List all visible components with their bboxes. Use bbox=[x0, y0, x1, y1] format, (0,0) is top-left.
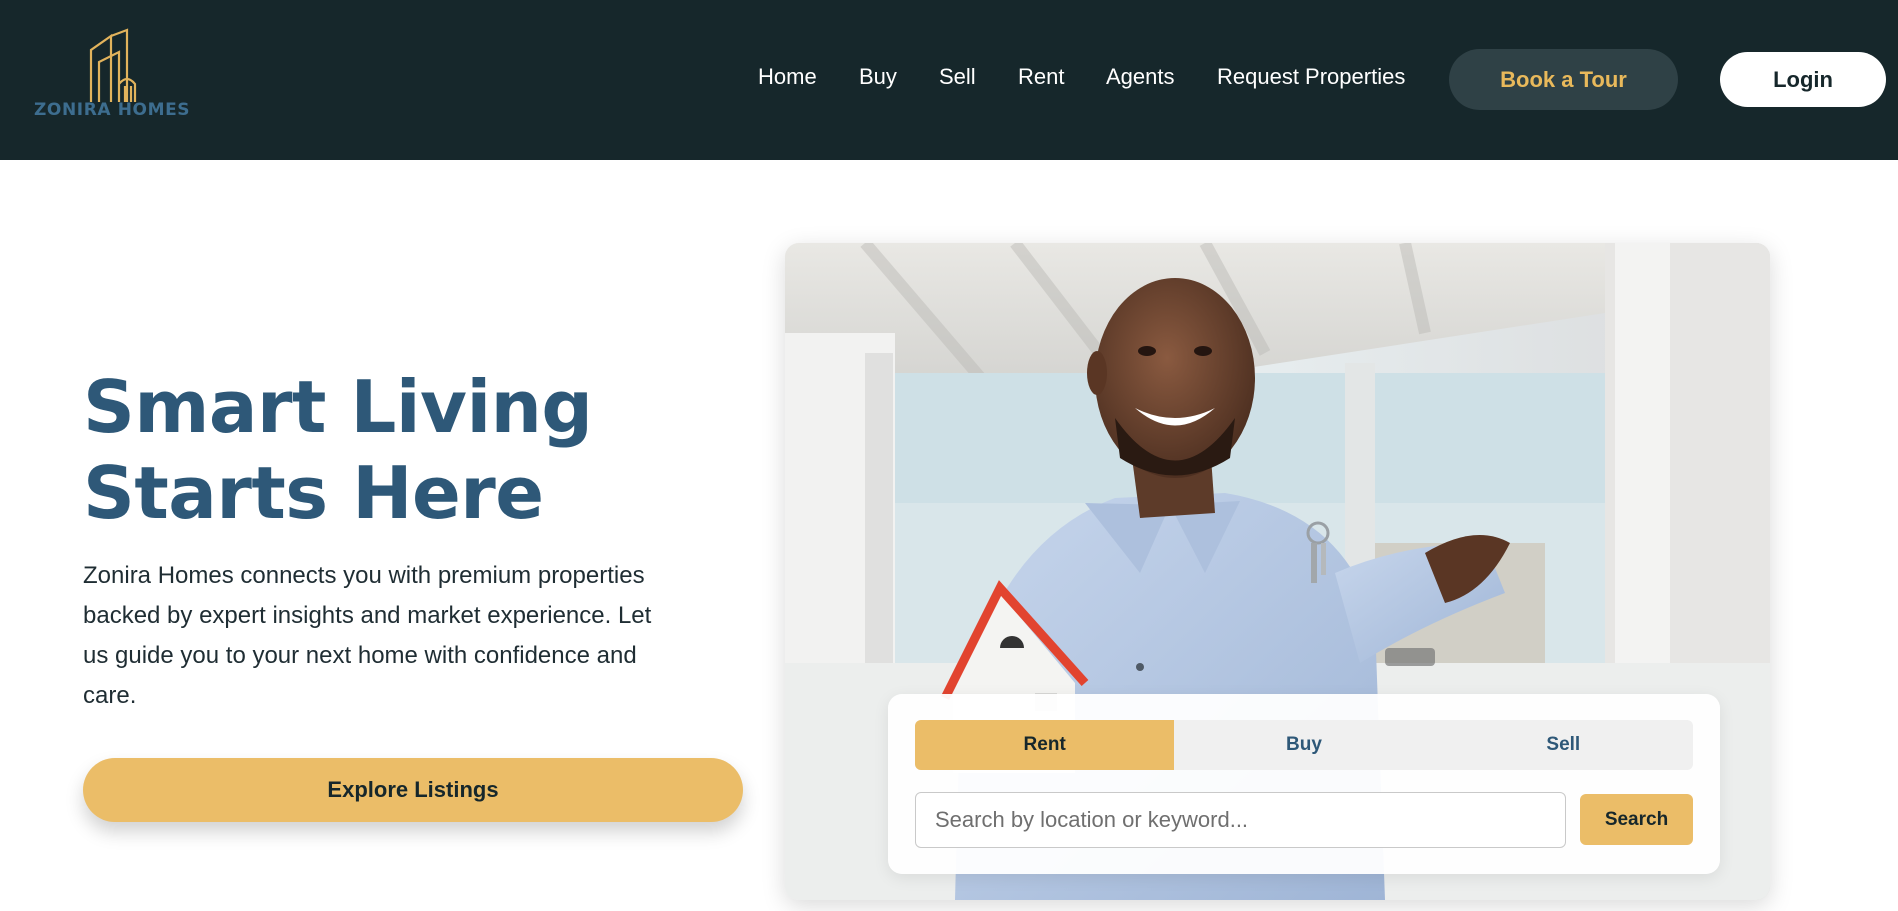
tab-sell[interactable]: Sell bbox=[1434, 720, 1693, 770]
site-header: ZONIRA HOMES Home Buy Sell Rent Agents R… bbox=[0, 0, 1898, 160]
nav-rent[interactable]: Rent bbox=[1018, 64, 1064, 90]
explore-listings-button[interactable]: Explore Listings bbox=[83, 758, 743, 822]
nav-sell[interactable]: Sell bbox=[939, 64, 976, 90]
brand-name: ZONIRA HOMES bbox=[34, 100, 191, 120]
property-search-panel: Rent Buy Sell Search bbox=[888, 694, 1720, 874]
hero-title: Smart Living Starts Here bbox=[83, 365, 593, 535]
nav-agents[interactable]: Agents bbox=[1106, 64, 1175, 90]
hero-description: Zonira Homes connects you with premium p… bbox=[83, 562, 652, 709]
brand-logo[interactable]: ZONIRA HOMES bbox=[34, 28, 206, 122]
tab-rent[interactable]: Rent bbox=[915, 720, 1175, 770]
nav-buy[interactable]: Buy bbox=[859, 64, 897, 90]
search-mode-tabs: Rent Buy Sell bbox=[915, 720, 1693, 770]
tab-buy[interactable]: Buy bbox=[1174, 720, 1433, 770]
building-logo-icon bbox=[89, 28, 137, 102]
book-tour-button[interactable]: Book a Tour bbox=[1449, 49, 1678, 110]
search-input[interactable] bbox=[915, 792, 1566, 848]
nav-home[interactable]: Home bbox=[758, 64, 817, 90]
nav-request-properties[interactable]: Request Properties bbox=[1217, 64, 1405, 90]
search-button[interactable]: Search bbox=[1580, 794, 1693, 845]
login-button[interactable]: Login bbox=[1720, 52, 1886, 107]
